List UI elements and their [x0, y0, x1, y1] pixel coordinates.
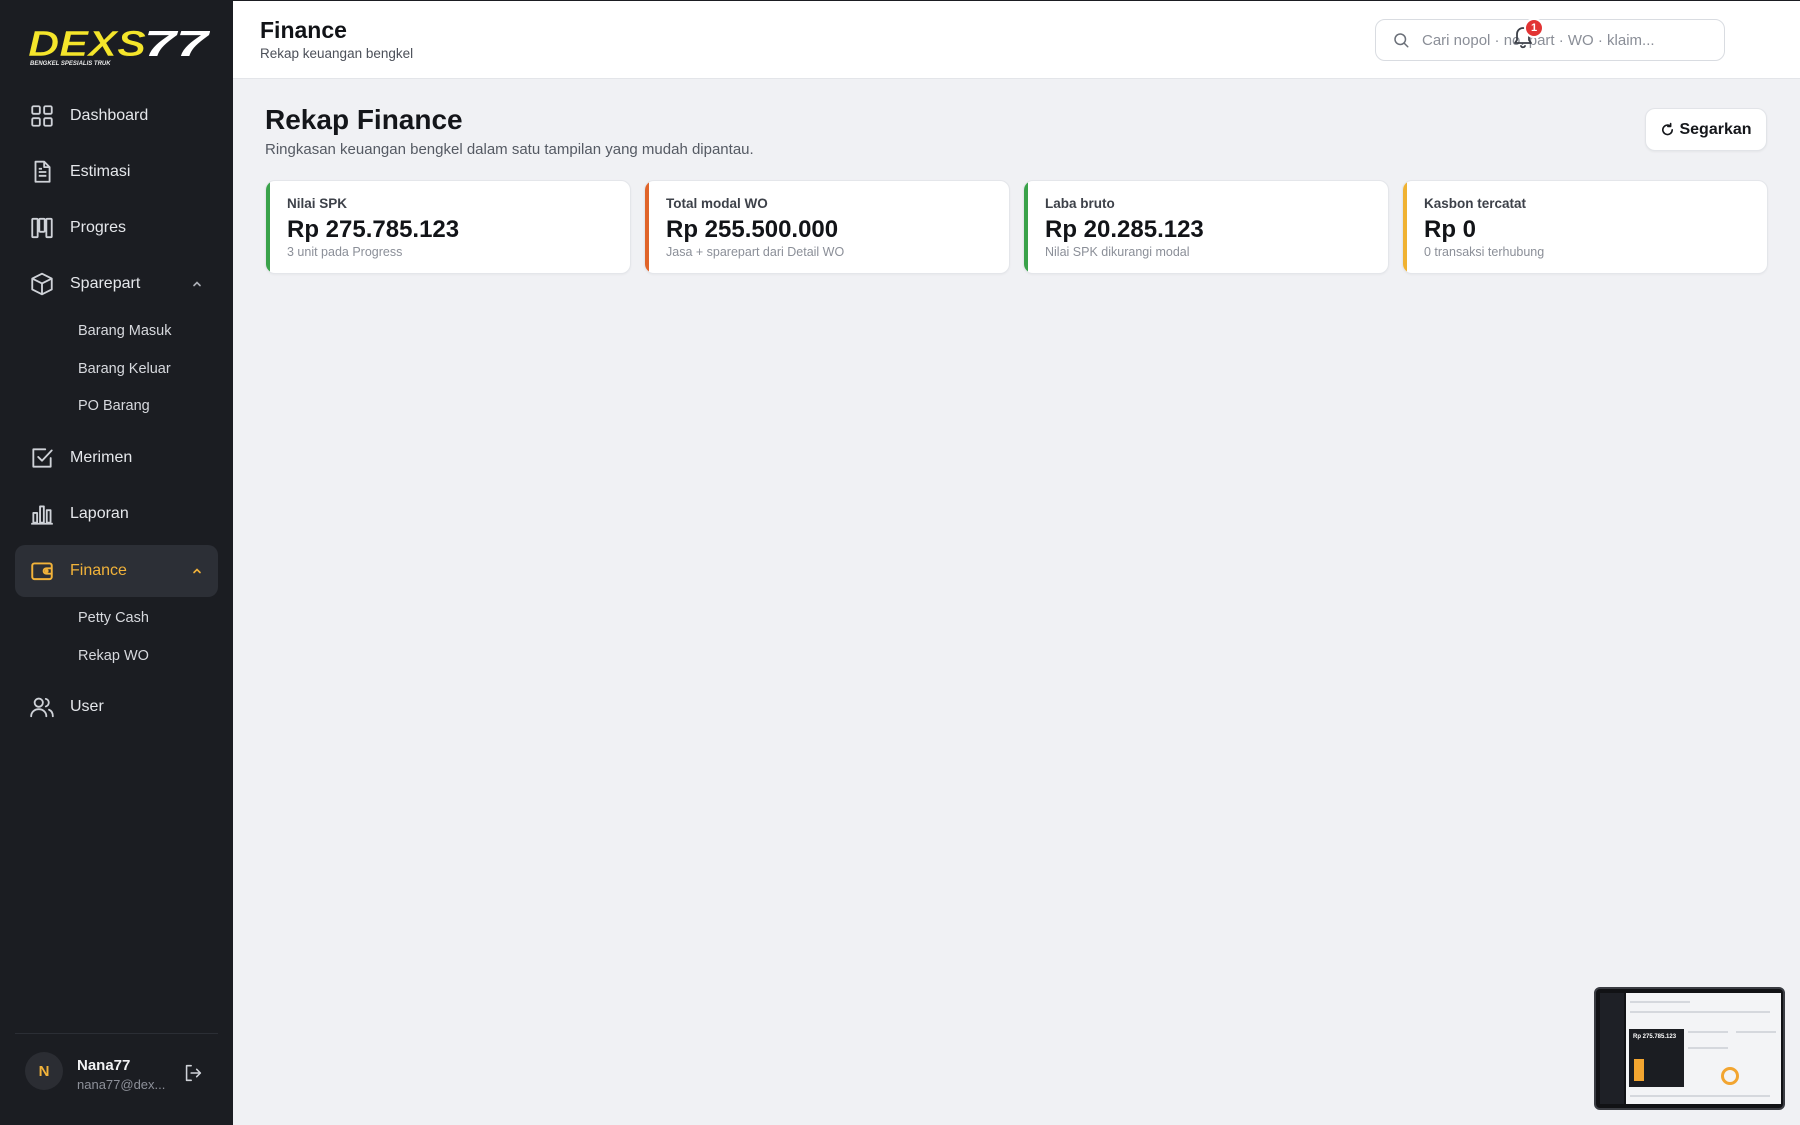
sidebar-subitem-po-barang[interactable]: PO Barang: [78, 398, 150, 414]
card-label: Nilai SPK: [287, 196, 348, 211]
card-value: Rp 275.785.123: [287, 216, 460, 243]
preview-line: [1736, 1031, 1776, 1033]
summary-card-kasbon-tercatat: Kasbon tercatat Rp 0 0 transaksi terhubu…: [1402, 180, 1768, 274]
card-value: Rp 20.285.123: [1045, 216, 1204, 243]
card-value: Rp 0: [1424, 216, 1477, 243]
svg-text:77: 77: [144, 24, 210, 64]
user-name: Nana77: [77, 1057, 131, 1074]
header-title: Finance: [260, 17, 347, 43]
user-email: nana77@dex...: [77, 1077, 166, 1092]
sidebar-item-label: Dashboard: [70, 107, 149, 124]
card-note: 3 unit pada Progress: [287, 245, 403, 259]
sidebar-item-label: Sparepart: [70, 275, 141, 292]
refresh-icon: [1660, 122, 1675, 137]
preview-line: [1630, 1095, 1770, 1097]
sidebar-item-finance[interactable]: Finance: [15, 545, 218, 597]
card-label: Laba bruto: [1045, 196, 1115, 211]
summary-card-laba-bruto: Laba bruto Rp 20.285.123 Nilai SPK dikur…: [1023, 180, 1389, 274]
sidebar-item-sparepart[interactable]: Sparepart: [15, 258, 218, 310]
card-note: 0 transaksi terhubung: [1424, 245, 1545, 259]
preview-line: [1630, 1011, 1770, 1013]
bar-chart-icon: [29, 501, 55, 527]
card-accent: [1024, 181, 1028, 273]
sidebar-subitem-barang-masuk[interactable]: Barang Masuk: [78, 323, 172, 339]
columns-icon: [29, 215, 55, 241]
box-icon: [29, 271, 55, 297]
card-accent: [266, 181, 270, 273]
preview-value: Rp 275.785.123: [1633, 1034, 1677, 1040]
preview-line: [1688, 1031, 1728, 1033]
preview-sidebar: [1600, 993, 1624, 1104]
document-icon: [29, 159, 55, 185]
brand-logo[interactable]: DEXS 77 BENGKEL SPESIALIS TRUK: [26, 24, 210, 68]
wallet-icon: [29, 558, 55, 584]
card-accent: [1403, 181, 1407, 273]
preview-line: [1630, 1001, 1690, 1003]
top-header: Finance Rekap keuangan bengkel: [233, 0, 1800, 79]
sidebar-item-label: Laporan: [70, 505, 129, 522]
svg-text:DEXS: DEXS: [28, 24, 146, 64]
search-input[interactable]: [1422, 31, 1692, 49]
card-accent: [645, 181, 649, 273]
sidebar-item-label: Progres: [70, 219, 127, 236]
preview-bar: [1634, 1059, 1644, 1081]
sidebar-subitem-rekap-wo[interactable]: Rekap WO: [78, 648, 149, 664]
card-label: Total modal WO: [666, 196, 768, 211]
page-subtitle: Ringkasan keuangan bengkel dalam satu ta…: [265, 141, 754, 158]
chevron-up-icon[interactable]: [190, 277, 204, 291]
sidebar-subitem-petty-cash[interactable]: Petty Cash: [78, 610, 149, 626]
logout-icon[interactable]: [182, 1062, 204, 1084]
summary-card-nilai-spk: Nilai SPK Rp 275.785.123 3 unit pada Pro…: [265, 180, 631, 274]
avatar[interactable]: N: [25, 1052, 63, 1090]
users-icon: [29, 694, 55, 720]
preview-donut: [1721, 1067, 1739, 1085]
screen-preview-thumbnail[interactable]: Rp 275.785.123: [1594, 987, 1785, 1110]
card-label: Kasbon tercatat: [1424, 196, 1527, 211]
sidebar-item-progres[interactable]: Progres: [15, 202, 218, 254]
page-title: Rekap Finance: [265, 104, 463, 135]
refresh-label: Segarkan: [1679, 120, 1752, 138]
sidebar-item-label: Merimen: [70, 449, 133, 466]
sidebar-item-label: Finance: [70, 562, 127, 579]
summary-card-total-modal-wo: Total modal WO Rp 255.500.000 Jasa + spa…: [644, 180, 1010, 274]
sidebar-subitem-barang-keluar[interactable]: Barang Keluar: [78, 361, 171, 377]
grid-icon: [29, 103, 55, 129]
notification-badge: 1: [1524, 18, 1544, 38]
search-icon: [1392, 31, 1410, 49]
sidebar-item-user[interactable]: User: [15, 681, 218, 733]
card-value: Rp 255.500.000: [666, 216, 839, 243]
user-profile: N Nana77 nana77@dex...: [15, 1033, 218, 1111]
sidebar-item-merimen[interactable]: Merimen: [15, 432, 218, 484]
sidebar-item-estimasi[interactable]: Estimasi: [15, 146, 218, 198]
sidebar-item-laporan[interactable]: Laporan: [15, 488, 218, 540]
card-note: Nilai SPK dikurangi modal: [1045, 245, 1190, 259]
refresh-button[interactable]: Segarkan: [1645, 108, 1767, 151]
sidebar-item-label: User: [70, 698, 104, 715]
preview-line: [1688, 1047, 1728, 1049]
brand-tagline: BENGKEL SPESIALIS TRUK: [30, 61, 111, 67]
sidebar-item-dashboard[interactable]: Dashboard: [15, 90, 218, 142]
checkbox-icon: [29, 445, 55, 471]
header-subtitle: Rekap keuangan bengkel: [260, 46, 414, 61]
sidebar-item-label: Estimasi: [70, 163, 131, 180]
brand-logo-graphic: DEXS 77 BENGKEL SPESIALIS TRUK: [28, 24, 210, 67]
sidebar: DEXS 77 BENGKEL SPESIALIS TRUK Dashboard…: [0, 0, 233, 1125]
chevron-up-icon[interactable]: [190, 564, 204, 578]
search-box[interactable]: [1375, 19, 1725, 61]
card-note: Jasa + sparepart dari Detail WO: [666, 245, 845, 259]
